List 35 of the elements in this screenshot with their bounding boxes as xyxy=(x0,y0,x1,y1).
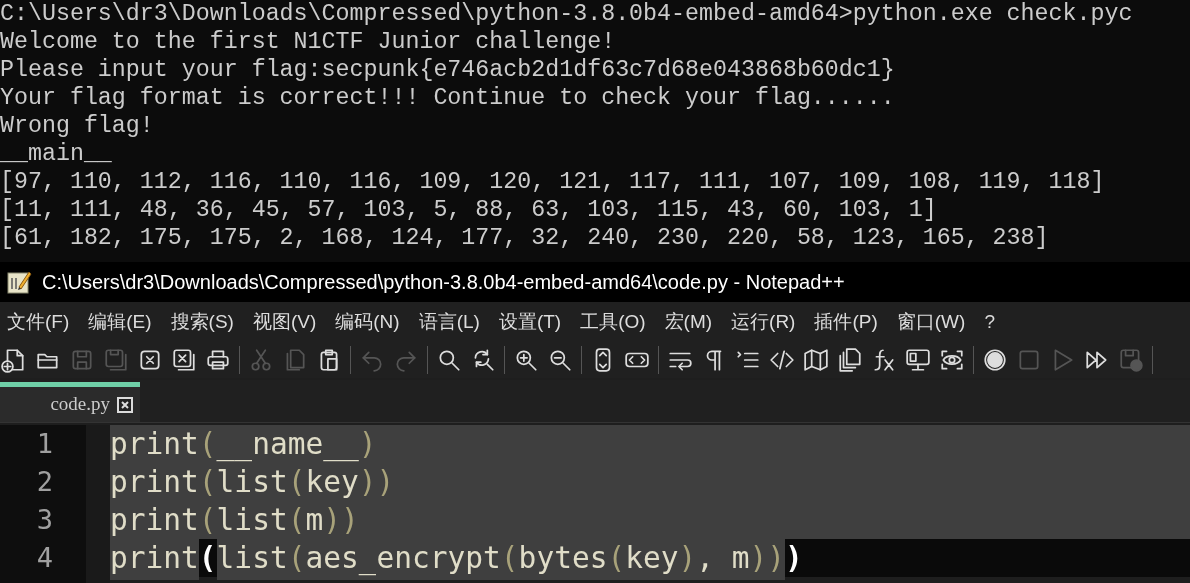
pages-icon[interactable] xyxy=(836,346,864,374)
menu-item[interactable]: 宏(M) xyxy=(661,307,716,337)
line-number: 3 xyxy=(35,502,55,537)
console-line: [11, 111, 48, 36, 45, 57, 103, 5, 88, 63, 103, 115, 43, 60, 103, 1] xyxy=(0,196,938,224)
console-line: Wrong flag! xyxy=(0,112,155,140)
console-line: Please input your flag:secpunk{e746acb2d1df63c7d68e043868b60dc1} xyxy=(0,56,896,84)
window-title: C:\Users\dr3\Downloads\Compressed\python-3.8.0b4-embed-amd64\code.py - Notepad++ xyxy=(42,270,845,295)
menu-item[interactable]: 语言(L) xyxy=(415,307,483,337)
console-line: Welcome to the first N1CTF Junior challenge! xyxy=(0,28,617,56)
menu-item[interactable]: 运行(R) xyxy=(728,307,799,337)
line-number: 2 xyxy=(35,464,55,499)
menu-item[interactable]: ? xyxy=(981,307,998,337)
menu-item[interactable]: 视图(V) xyxy=(249,307,320,337)
menu-item[interactable]: 插件(P) xyxy=(811,307,881,337)
menu-item[interactable]: 工具(O) xyxy=(577,307,649,337)
menu-item[interactable]: 搜索(S) xyxy=(167,307,237,337)
line-number: 1 xyxy=(35,426,55,461)
file-tab[interactable]: code.py xyxy=(0,382,140,422)
close-all-icon[interactable] xyxy=(170,346,198,374)
map-icon[interactable] xyxy=(802,346,830,374)
menu-item[interactable]: 文件(F) xyxy=(4,307,73,337)
monitor-icon[interactable] xyxy=(904,346,932,374)
console-line: __main__ xyxy=(0,140,113,168)
menu-item[interactable]: 窗口(W) xyxy=(893,307,969,337)
console-line: C:\Users\dr3\Downloads\Compressed\python-3.8.0b4-embed-amd64>python.exe check.pyc xyxy=(0,0,1134,28)
menu-item[interactable]: 设置(T) xyxy=(495,307,565,337)
line-number: 4 xyxy=(35,540,55,575)
record-icon[interactable] xyxy=(981,346,1009,374)
console-line: [97, 110, 112, 116, 110, 116, 109, 120, 121, 117, 111, 107, 109, 108, 119, 118] xyxy=(0,168,1106,196)
notepad-icon xyxy=(6,269,32,295)
close-icon[interactable] xyxy=(116,395,134,414)
console-line: [61, 182, 175, 175, 2, 168, 124, 177, 32, 240, 230, 220, 58, 123, 165, 238] xyxy=(0,224,1050,252)
menu-item[interactable]: 编辑(E) xyxy=(85,307,155,337)
console-line: Your flag format is correct!!! Continue to check your flag...... xyxy=(0,84,896,112)
menu-item[interactable]: 编码(N) xyxy=(332,307,403,337)
